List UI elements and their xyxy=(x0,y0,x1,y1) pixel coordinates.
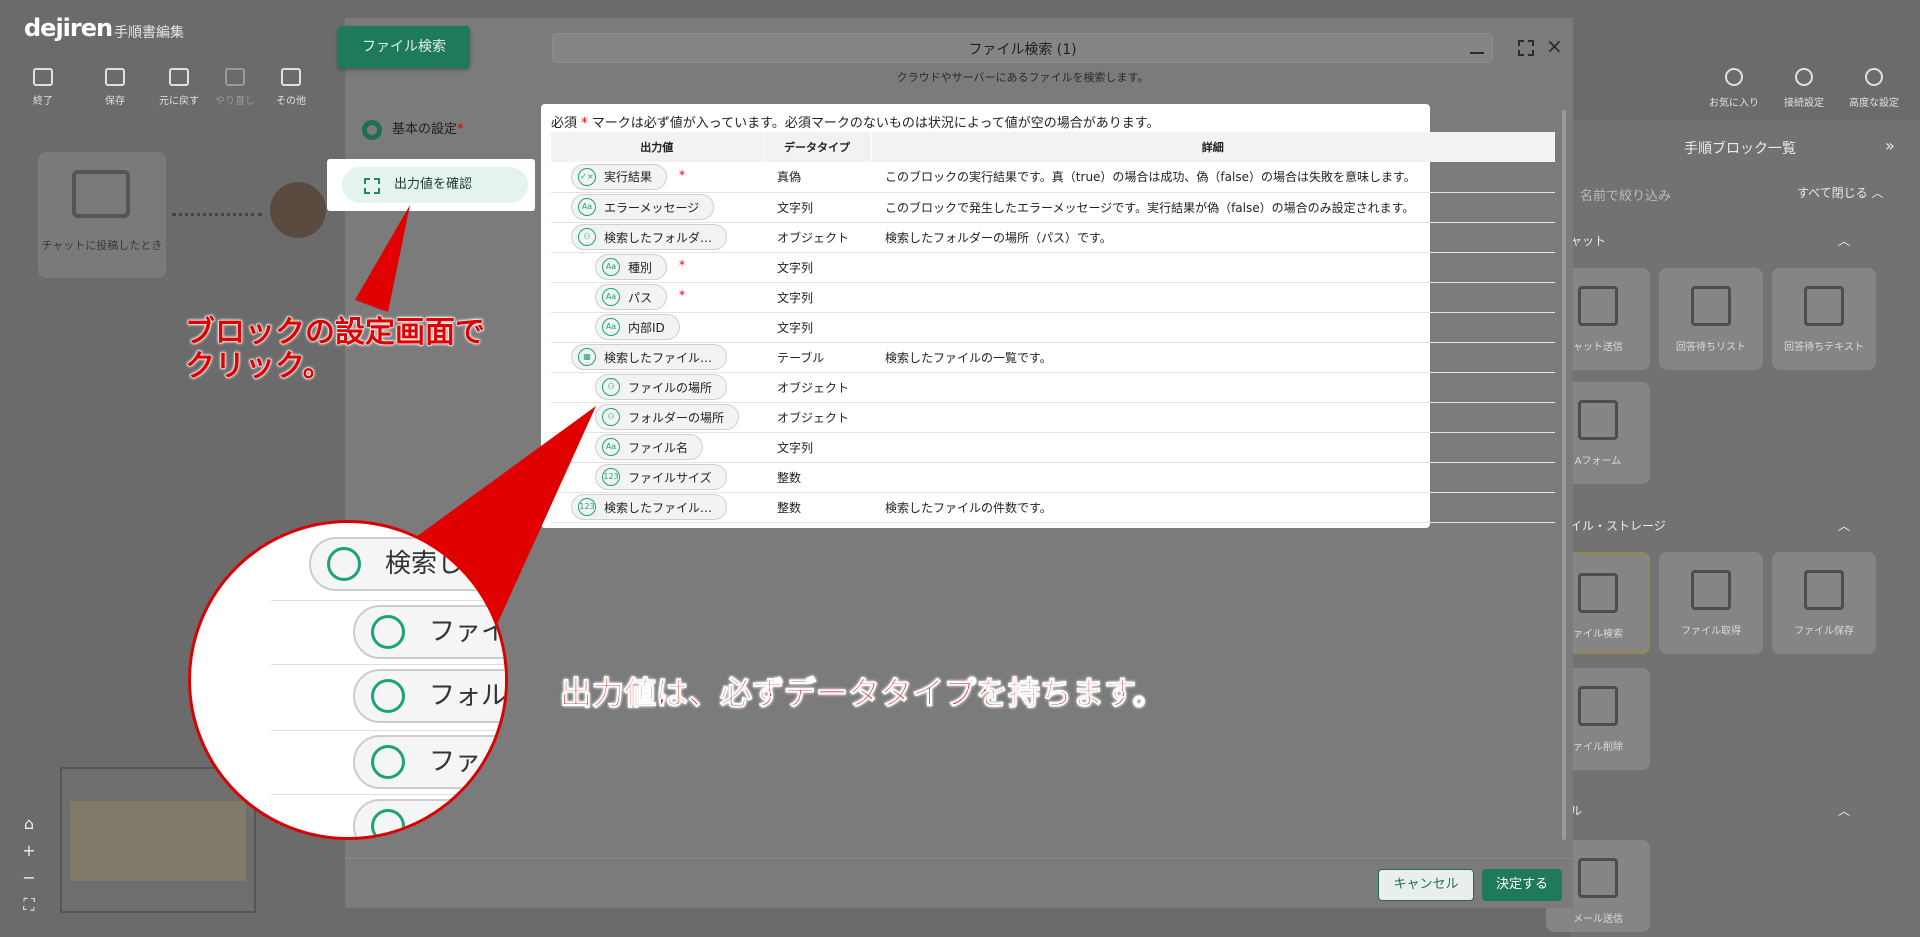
zoom-divider xyxy=(271,664,505,665)
number-icon xyxy=(371,809,405,837)
annotation-datatype-note: 出力値は、必ずデータタイプを持ちます。 xyxy=(560,674,1166,713)
text-icon xyxy=(371,745,405,779)
zoom-row: ファイ xyxy=(353,735,505,789)
zoom-divider xyxy=(271,730,505,731)
zoom-divider xyxy=(271,600,505,601)
zoom-row: フ xyxy=(353,799,505,837)
annotation-click-note: ブロックの設定画面で クリック。 xyxy=(185,315,486,384)
zoom-row: ファイ xyxy=(353,605,505,659)
zoom-divider xyxy=(271,794,505,795)
table-icon xyxy=(327,547,361,581)
arrow-to-output-nav xyxy=(355,205,410,312)
zoom-magnifier: 検索し ファイ フォル ファイ フ xyxy=(188,520,508,840)
zoom-row: 検索し xyxy=(309,537,505,591)
object-icon xyxy=(371,679,405,713)
object-icon xyxy=(371,615,405,649)
zoom-row: フォル xyxy=(353,669,505,723)
